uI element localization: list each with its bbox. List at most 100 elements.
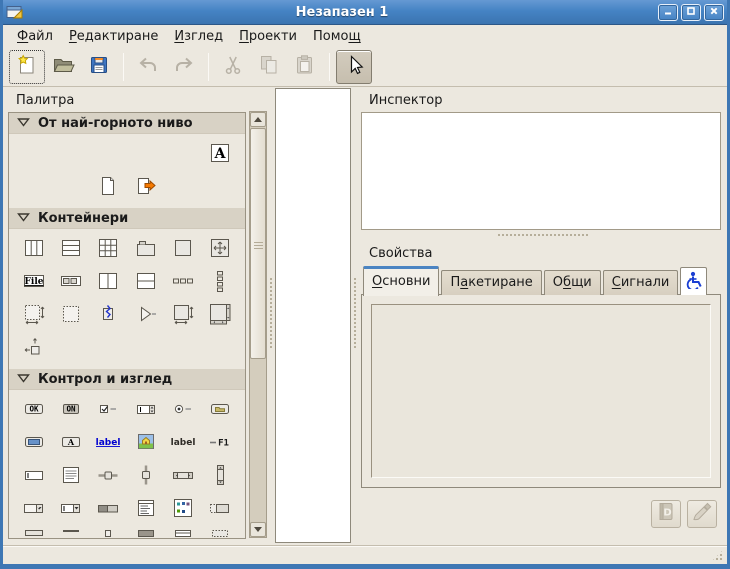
palette-section-header[interactable]: Контрол и изглед	[9, 369, 245, 390]
tab-signals[interactable]: Сигнали	[603, 270, 679, 295]
palette-item-event-box[interactable]	[202, 526, 239, 539]
resize-grip[interactable]	[711, 549, 724, 562]
palette-item-notebook[interactable]	[127, 233, 164, 266]
palette-section-header[interactable]: Контейнери	[9, 208, 245, 229]
palette-item-toggle-button[interactable]: ON	[52, 394, 89, 427]
close-button[interactable]	[704, 4, 724, 21]
palette-item-text-view[interactable]	[52, 460, 89, 493]
inspector-properties-splitter[interactable]	[361, 230, 725, 240]
toolbar	[3, 47, 727, 87]
palette-item-vscale[interactable]	[127, 460, 164, 493]
palette-item-vpaned[interactable]	[127, 266, 164, 299]
palette-item-progress-bar[interactable]	[90, 493, 127, 526]
palette-item-assistant[interactable]	[202, 171, 239, 204]
palette-item-file-chooser-dialog[interactable]	[52, 171, 89, 204]
scroll-down-button[interactable]	[250, 522, 266, 537]
palette-item-icon-view[interactable]	[164, 493, 201, 526]
palette-item-window[interactable]	[15, 138, 52, 171]
palette-item-input-dialog[interactable]	[15, 171, 52, 204]
palette-item-viewport[interactable]	[52, 299, 89, 332]
palette-item-statusbar[interactable]	[15, 526, 52, 539]
drawing-area-icon	[134, 529, 158, 540]
palette-scrollbar[interactable]	[249, 111, 267, 538]
palette-item-expander[interactable]	[127, 299, 164, 332]
palette-item-font-selection-dialog[interactable]: A	[202, 138, 239, 171]
palette-item-check-button[interactable]	[90, 394, 127, 427]
palette-item-about-dialog[interactable]	[90, 171, 127, 204]
menu-item-edit[interactable]: Редактиране	[61, 27, 166, 46]
selector-button[interactable]	[336, 50, 372, 84]
palette-item-file-selection-dialog[interactable]	[164, 138, 201, 171]
palette-item-vscrollbar[interactable]	[202, 460, 239, 493]
palette-item-combo-box[interactable]	[15, 493, 52, 526]
palette-item-calendar[interactable]	[164, 526, 201, 539]
palette-item-font-button[interactable]: A	[52, 427, 89, 460]
fixed-icon	[208, 236, 232, 264]
palette-item-hscrollbar[interactable]	[164, 460, 201, 493]
maximize-button[interactable]	[681, 4, 701, 21]
palette-item-radio-button[interactable]	[164, 394, 201, 427]
tab-accessibility[interactable]	[680, 267, 707, 295]
scrollbar-thumb[interactable]	[250, 128, 266, 359]
titlebar[interactable]: Незапазен 1	[3, 0, 727, 25]
palette-item-file-chooser-button[interactable]	[202, 394, 239, 427]
palette-item-alignment[interactable]	[15, 332, 52, 365]
palette-item-combo-box-entry[interactable]	[52, 493, 89, 526]
menu-item-projects[interactable]: Проекти	[231, 27, 305, 46]
menu-item-view[interactable]: Изглед	[166, 27, 231, 46]
save-button[interactable]	[81, 50, 117, 84]
palette-item-table[interactable]	[90, 233, 127, 266]
palette-item-vbuttonbox[interactable]	[202, 266, 239, 299]
palette-item-vbox[interactable]	[52, 233, 89, 266]
accessibility-icon	[684, 278, 703, 293]
palette-item-entry[interactable]	[15, 460, 52, 493]
palette-item-layout[interactable]	[202, 299, 239, 332]
tab-packing[interactable]: Пакетиране	[441, 270, 541, 295]
palette-item-color-selection-dialog[interactable]	[127, 138, 164, 171]
palette-item-hbuttonbox[interactable]	[164, 266, 201, 299]
palette-item-image[interactable]	[127, 427, 164, 460]
minimize-button[interactable]	[658, 4, 678, 21]
menu-item-file[interactable]: Файл	[9, 27, 61, 46]
palette-item-scrolled-window[interactable]	[15, 299, 52, 332]
palette-item-file-chooser-save-dialog[interactable]	[127, 171, 164, 204]
palette-item-menubar[interactable]: File	[15, 266, 52, 299]
palette-item-label[interactable]: label	[164, 427, 201, 460]
palette-item-toolbar[interactable]	[52, 266, 89, 299]
palette-item-button[interactable]: OK	[15, 394, 52, 427]
tab-common[interactable]: Общи	[544, 270, 601, 295]
palette-item-hbox[interactable]	[15, 233, 52, 266]
palette-item-recent-chooser-dialog[interactable]	[164, 171, 201, 204]
palette-item-color-button[interactable]	[15, 427, 52, 460]
scroll-up-button[interactable]	[250, 112, 266, 127]
palette-item-hseparator[interactable]	[52, 526, 89, 539]
palette-item-accel-label[interactable]: F1	[202, 427, 239, 460]
palette-section-header[interactable]: От най-горното ниво	[9, 113, 245, 134]
palette-item-handle-box[interactable]	[90, 299, 127, 332]
palette-item-hscale[interactable]	[90, 460, 127, 493]
menu-item-help[interactable]: Помощ	[305, 27, 369, 46]
palette-item-aspect-frame[interactable]	[164, 299, 201, 332]
palette-item-dialog[interactable]	[52, 138, 89, 171]
paned-handle-left[interactable]	[267, 87, 275, 546]
palette-item-vseparator[interactable]	[90, 526, 127, 539]
font-button-icon: A	[59, 430, 83, 458]
undo-button	[130, 50, 166, 84]
save-icon	[87, 53, 111, 81]
palette-item-link-button[interactable]: label	[90, 427, 127, 460]
new-button[interactable]	[9, 50, 45, 84]
inspector-view[interactable]	[361, 112, 721, 230]
palette-item-cell-view[interactable]	[202, 493, 239, 526]
widget-tree-area[interactable]	[275, 88, 351, 543]
palette-item-hpaned[interactable]	[90, 266, 127, 299]
palette-item-drawing-area[interactable]	[127, 526, 164, 539]
palette-item-spin-button[interactable]	[127, 394, 164, 427]
palette-item-fixed[interactable]	[202, 233, 239, 266]
palette-item-frame[interactable]	[164, 233, 201, 266]
paned-handle-right[interactable]	[351, 87, 361, 546]
open-button[interactable]	[45, 50, 81, 84]
palette-item-tree-view[interactable]	[127, 493, 164, 526]
palette-item-message-dialog[interactable]	[90, 138, 127, 171]
calendar-icon	[171, 529, 195, 540]
tab-general[interactable]: Основни	[363, 266, 439, 296]
